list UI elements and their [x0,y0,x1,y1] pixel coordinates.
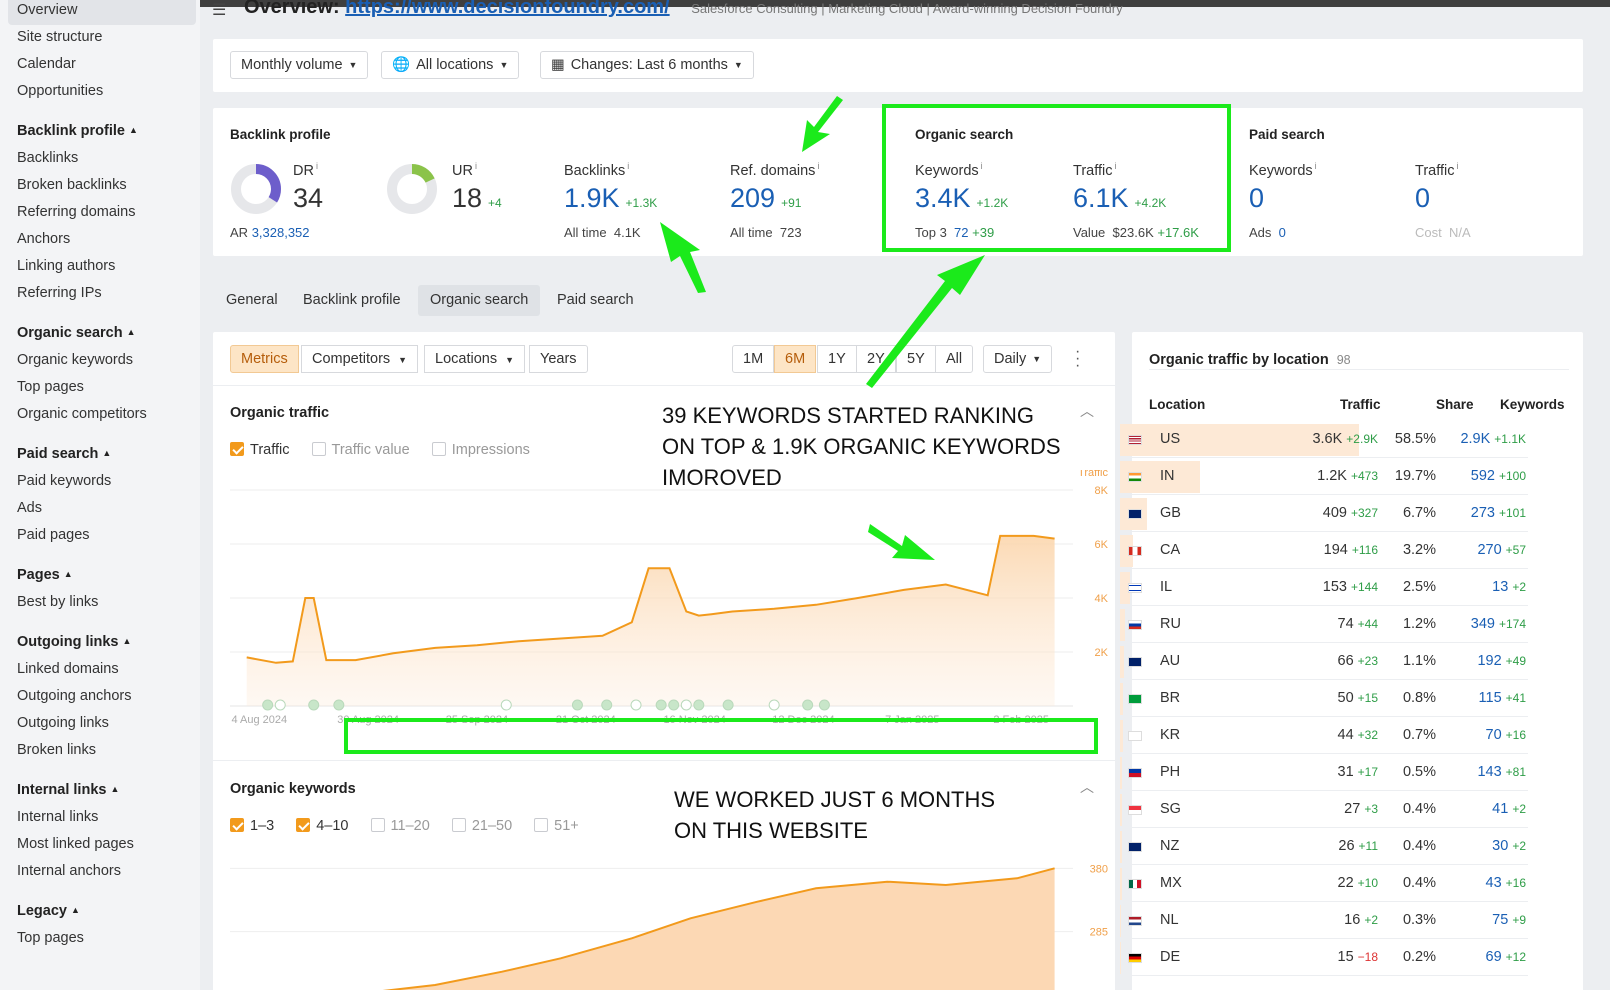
arrow-to-backlinks [660,222,706,293]
annotation-arrows [660,96,985,560]
arrow-to-ref-domains [802,96,843,152]
arrow-to-organic-search [866,255,985,388]
arrow-to-traffic-spike [868,524,935,560]
